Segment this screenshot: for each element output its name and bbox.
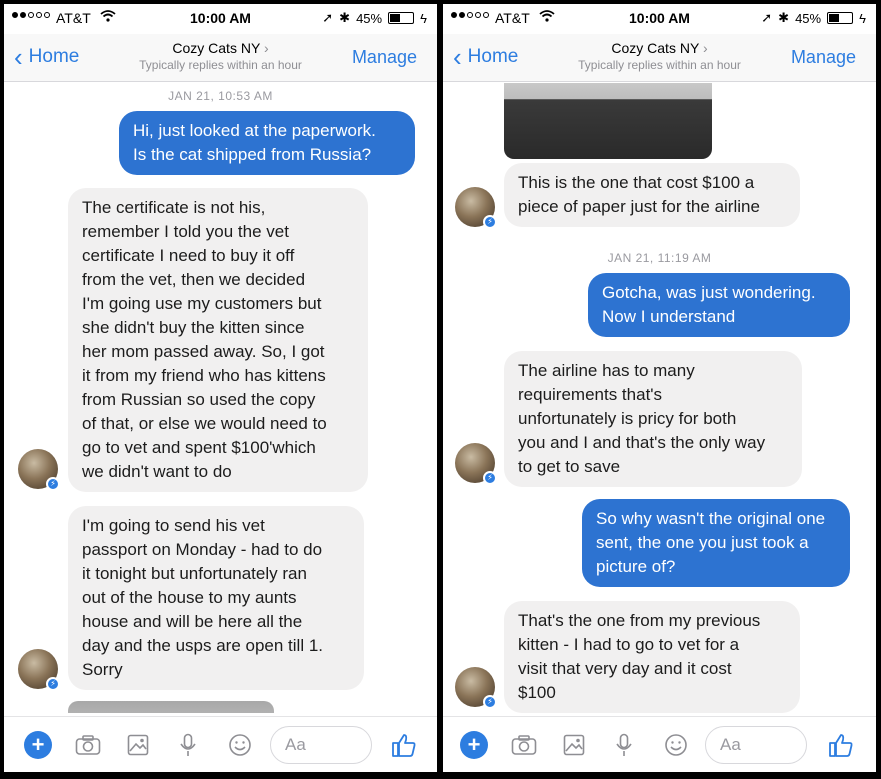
microphone-icon[interactable]: [608, 729, 640, 761]
plus-icon[interactable]: +: [24, 731, 52, 759]
timestamp: JAN 21, 11:19 AM: [607, 251, 712, 265]
emoji-icon[interactable]: [660, 729, 692, 761]
messenger-badge-icon: ⚡: [483, 695, 497, 709]
message-list[interactable]: JAN 21, 10:53 AM Hi, just looked at the …: [4, 83, 437, 713]
location-icon: ➚: [322, 10, 334, 25]
message-outgoing[interactable]: Gotcha, was just wondering. Now I unders…: [588, 273, 850, 337]
plus-icon[interactable]: +: [460, 731, 488, 759]
message-list[interactable]: This is the one that cost $100 a piece o…: [443, 83, 876, 713]
image-icon[interactable]: [558, 729, 590, 761]
bluetooth-icon: ✱: [778, 10, 790, 25]
camera-icon[interactable]: [508, 729, 540, 761]
composer-toolbar: + Aa: [443, 716, 876, 772]
charging-icon: ϟ: [859, 10, 866, 26]
battery-percent: 45%: [356, 10, 383, 26]
avatar[interactable]: ⚡: [455, 443, 497, 485]
bluetooth-icon: ✱: [339, 10, 351, 25]
battery-level: [829, 14, 839, 22]
messenger-badge-icon: ⚡: [483, 215, 497, 229]
avatar[interactable]: ⚡: [455, 667, 497, 709]
messenger-badge-icon: ⚡: [46, 477, 60, 491]
message-outgoing[interactable]: Hi, just looked at the paperwork. Is the…: [119, 111, 415, 175]
message-input[interactable]: Aa: [270, 726, 372, 764]
composer-toolbar: + Aa: [4, 716, 437, 772]
message-input[interactable]: Aa: [705, 726, 807, 764]
image-icon[interactable]: [122, 729, 154, 761]
battery-level: [390, 14, 400, 22]
chevron-right-icon: ›: [263, 40, 269, 56]
message-incoming[interactable]: The certificate is not his, remember I t…: [68, 188, 368, 492]
nav-bar: ‹ Home Cozy Cats NY › Typically replies …: [4, 34, 437, 82]
thumbs-up-icon[interactable]: [388, 729, 420, 761]
status-bar: AT&T 10:00 AM ➚ ✱ 45% ϟ: [443, 4, 876, 34]
manage-button[interactable]: Manage: [352, 47, 417, 68]
battery-percent: 45%: [795, 10, 822, 26]
messenger-badge-icon: ⚡: [483, 471, 497, 485]
nav-bar: ‹ Home Cozy Cats NY › Typically replies …: [443, 34, 876, 82]
avatar[interactable]: ⚡: [18, 449, 60, 491]
messenger-badge-icon: ⚡: [46, 677, 60, 691]
message-incoming[interactable]: The airline has to many requirements tha…: [504, 351, 802, 487]
message-incoming[interactable]: This is the one that cost $100 a piece o…: [504, 163, 800, 227]
right-screenshot: AT&T 10:00 AM ➚ ✱ 45% ϟ ‹ Home Cozy Cats…: [443, 4, 876, 772]
left-screenshot: AT&T 10:00 AM ➚ ✱ 45% ϟ ‹ Home Cozy Cats…: [4, 4, 437, 772]
message-incoming[interactable]: I'm going to send his vet passport on Mo…: [68, 506, 364, 690]
photo-attachment[interactable]: [504, 83, 712, 159]
avatar[interactable]: ⚡: [455, 187, 497, 229]
emoji-icon[interactable]: [224, 729, 256, 761]
message-incoming[interactable]: That's the one from my previous kitten -…: [504, 601, 800, 713]
chevron-right-icon: ›: [702, 40, 708, 56]
charging-icon: ϟ: [420, 10, 427, 26]
thumbs-up-icon[interactable]: [825, 729, 857, 761]
battery-icon: [827, 12, 854, 24]
location-icon: ➚: [761, 10, 773, 25]
avatar[interactable]: ⚡: [18, 649, 60, 691]
microphone-icon[interactable]: [172, 729, 204, 761]
manage-button[interactable]: Manage: [791, 47, 856, 68]
timestamp: JAN 21, 10:53 AM: [168, 89, 273, 103]
camera-icon[interactable]: [72, 729, 104, 761]
status-bar: AT&T 10:00 AM ➚ ✱ 45% ϟ: [4, 4, 437, 34]
photo-attachment[interactable]: [68, 701, 274, 713]
battery-icon: [388, 12, 415, 24]
message-outgoing[interactable]: So why wasn't the original one sent, the…: [582, 499, 850, 587]
